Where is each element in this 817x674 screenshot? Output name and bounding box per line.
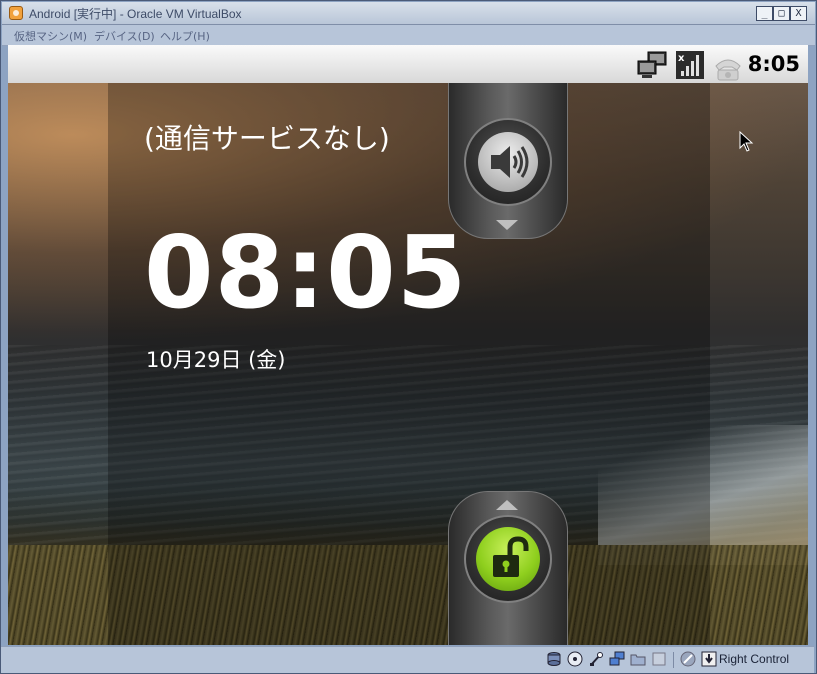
unlock-icon: [493, 536, 529, 577]
close-button[interactable]: X: [790, 6, 807, 21]
host-key-label: Right Control: [719, 652, 790, 666]
speaker-icon: [491, 146, 529, 178]
menu-help[interactable]: ヘルプ(H): [160, 28, 210, 44]
status-divider: [673, 652, 674, 668]
virtualbox-status-bar: Right Control: [1, 646, 814, 673]
menu-bar: 仮想マシン(M) デバイス(D) ヘルプ(H): [2, 25, 815, 46]
title-bar[interactable]: Android [実行中] - Oracle VM VirtualBox _ □…: [2, 2, 815, 25]
unlock-button[interactable]: [464, 515, 552, 603]
hdd-icon[interactable]: [546, 651, 562, 667]
virtualbox-app-icon: [9, 6, 23, 20]
chevron-down-icon: [496, 220, 518, 230]
usb-icon[interactable]: [588, 651, 604, 667]
cd-icon[interactable]: [567, 651, 583, 667]
mouse-cursor-icon: [739, 131, 754, 152]
maximize-button[interactable]: □: [773, 6, 790, 21]
display-icon[interactable]: [651, 651, 667, 667]
shared-folder-icon[interactable]: [630, 651, 646, 667]
lock-date: 10月29日 (金): [146, 348, 286, 372]
lock-screen: (通信サービスなし) 08:05 10月29日 (金): [8, 45, 808, 645]
minimize-button[interactable]: _: [756, 6, 773, 21]
sound-toggle-button[interactable]: [464, 118, 552, 206]
host-key-icon[interactable]: [701, 651, 717, 667]
carrier-status: (通信サービスなし): [144, 122, 390, 155]
network-icon[interactable]: [609, 651, 625, 667]
lock-clock: 08:05: [144, 214, 468, 331]
menu-machine[interactable]: 仮想マシン(M): [14, 28, 87, 44]
menu-devices[interactable]: デバイス(D): [94, 28, 155, 44]
chevron-up-icon: [496, 500, 518, 510]
window-title: Android [実行中] - Oracle VM VirtualBox: [29, 7, 242, 21]
mouse-integration-icon[interactable]: [680, 651, 696, 667]
